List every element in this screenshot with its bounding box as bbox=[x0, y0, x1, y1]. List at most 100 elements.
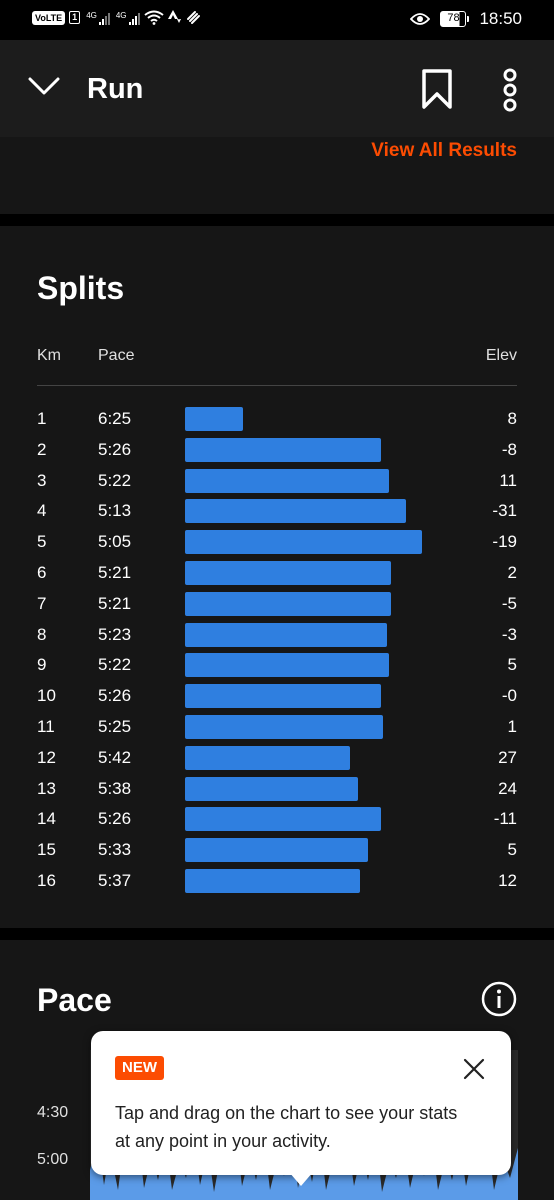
splits-card: Splits Km Pace Elev 1 6:25 8 2 5:26 -8 3 5:22 11… bbox=[0, 226, 554, 928]
split-pace: 5:22 bbox=[98, 655, 132, 675]
new-badge: NEW bbox=[115, 1056, 164, 1080]
split-km: 14 bbox=[37, 809, 56, 829]
split-pace: 5:37 bbox=[98, 871, 132, 890]
split-km: 15 bbox=[37, 840, 56, 860]
split-km: 4 bbox=[37, 501, 47, 521]
header-divider bbox=[37, 385, 517, 386]
split-pace-bar bbox=[185, 437, 382, 462]
split-pace: 5:21 bbox=[98, 593, 132, 613]
split-elevation: 5 bbox=[507, 840, 517, 860]
page-title: Run bbox=[87, 73, 144, 105]
split-row: 13 5:38 24 bbox=[0, 773, 554, 804]
results-card: View All Results bbox=[0, 137, 554, 214]
split-pace: 5:38 bbox=[98, 778, 132, 798]
app-header: Run bbox=[0, 40, 554, 137]
split-elevation: 5 bbox=[507, 655, 517, 675]
split-row: 5 5:05 -19 bbox=[0, 526, 554, 557]
split-km: 16 bbox=[37, 871, 56, 890]
split-km: 2 bbox=[37, 439, 47, 459]
split-row: 9 5:22 5 bbox=[0, 649, 554, 680]
tooltip-message: Tap and drag on the chart to see your st… bbox=[115, 1103, 458, 1151]
pace-axis-label: 4:30 bbox=[37, 1104, 69, 1121]
split-pace-bar bbox=[185, 684, 382, 709]
pace-title: Pace bbox=[37, 982, 112, 1018]
split-pace: 5:13 bbox=[98, 501, 132, 521]
split-pace: 5:22 bbox=[98, 470, 132, 490]
split-pace: 5:21 bbox=[98, 563, 132, 582]
split-pace: 5:42 bbox=[98, 747, 132, 767]
signal-icon: 4G bbox=[86, 11, 110, 25]
split-row: 6 5:21 2 bbox=[0, 557, 554, 588]
link-icon bbox=[186, 11, 200, 24]
split-km: 1 bbox=[37, 409, 47, 428]
split-pace: 5:33 bbox=[98, 840, 132, 860]
more-vertical-icon[interactable] bbox=[495, 68, 525, 112]
split-pace-bar bbox=[185, 715, 384, 739]
split-km: 9 bbox=[37, 655, 47, 675]
split-km: 7 bbox=[37, 593, 47, 613]
split-elevation: -5 bbox=[501, 593, 517, 613]
split-km: 12 bbox=[37, 747, 56, 767]
elev-column-header: Elev bbox=[485, 347, 517, 364]
strava-icon bbox=[167, 10, 181, 23]
split-pace: 6:25 bbox=[98, 409, 132, 428]
split-elevation: -11 bbox=[493, 809, 517, 829]
split-elevation: 8 bbox=[507, 409, 517, 428]
status-time: 18:50 bbox=[479, 9, 522, 28]
status-bar: VoLTE 1 4G 4G 78 18:50 bbox=[0, 0, 554, 40]
split-pace-bar bbox=[185, 838, 368, 863]
tooltip-arrow bbox=[289, 1172, 313, 1186]
bookmark-icon[interactable] bbox=[418, 68, 456, 110]
info-icon[interactable] bbox=[481, 981, 517, 1017]
split-pace-bar bbox=[185, 622, 387, 647]
split-row: 11 5:25 1 bbox=[0, 711, 554, 742]
eye-icon bbox=[410, 13, 431, 25]
split-row: 2 5:26 -8 bbox=[0, 434, 554, 465]
split-row: 8 5:23 -3 bbox=[0, 619, 554, 650]
split-pace-bar bbox=[185, 407, 243, 431]
battery-level: 78 bbox=[440, 11, 467, 27]
split-pace: 5:25 bbox=[98, 717, 132, 736]
split-km: 3 bbox=[37, 470, 47, 490]
split-pace: 5:26 bbox=[98, 686, 132, 706]
split-row: 1 6:25 8 bbox=[0, 403, 554, 434]
split-row: 10 5:26 -0 bbox=[0, 680, 554, 711]
split-elevation: -8 bbox=[501, 439, 517, 459]
split-pace: 5:23 bbox=[98, 624, 132, 644]
split-km: 10 bbox=[37, 686, 56, 706]
split-pace-bar bbox=[185, 530, 422, 555]
close-icon[interactable] bbox=[461, 1056, 487, 1082]
split-elevation: 2 bbox=[507, 563, 517, 582]
split-row: 16 5:37 12 bbox=[0, 865, 554, 896]
split-pace-bar bbox=[185, 561, 391, 585]
signal-icon: 4G bbox=[116, 11, 140, 25]
view-all-results-link[interactable]: View All Results bbox=[371, 139, 517, 163]
split-elevation: -0 bbox=[501, 686, 517, 706]
split-pace-bar bbox=[185, 776, 358, 801]
split-row: 7 5:21 -5 bbox=[0, 588, 554, 619]
split-pace-bar bbox=[185, 468, 389, 493]
km-column-header: Km bbox=[37, 347, 61, 364]
split-km: 6 bbox=[37, 563, 47, 582]
volte-indicator: VoLTE bbox=[32, 10, 66, 25]
split-elevation: 11 bbox=[499, 470, 517, 490]
split-pace-bar bbox=[185, 591, 391, 616]
pace-column-header: Pace bbox=[98, 347, 135, 364]
split-row: 14 5:26 -11 bbox=[0, 803, 554, 834]
split-pace-bar bbox=[185, 869, 360, 893]
split-pace: 5:05 bbox=[98, 532, 132, 552]
split-km: 11 bbox=[37, 717, 55, 736]
split-pace: 5:26 bbox=[98, 809, 132, 829]
split-elevation: 12 bbox=[498, 871, 517, 890]
chevron-down-icon[interactable] bbox=[28, 75, 60, 97]
split-row: 15 5:33 5 bbox=[0, 834, 554, 865]
split-elevation: 24 bbox=[498, 778, 517, 798]
split-pace-bar bbox=[185, 745, 350, 770]
split-elevation: -31 bbox=[492, 501, 517, 521]
split-row: 4 5:13 -31 bbox=[0, 495, 554, 526]
split-elevation: 27 bbox=[498, 747, 517, 767]
split-pace-bar bbox=[185, 807, 382, 832]
network-type: 4G bbox=[86, 10, 97, 20]
network-type: 4G bbox=[115, 10, 127, 20]
splits-title: Splits bbox=[37, 270, 125, 306]
